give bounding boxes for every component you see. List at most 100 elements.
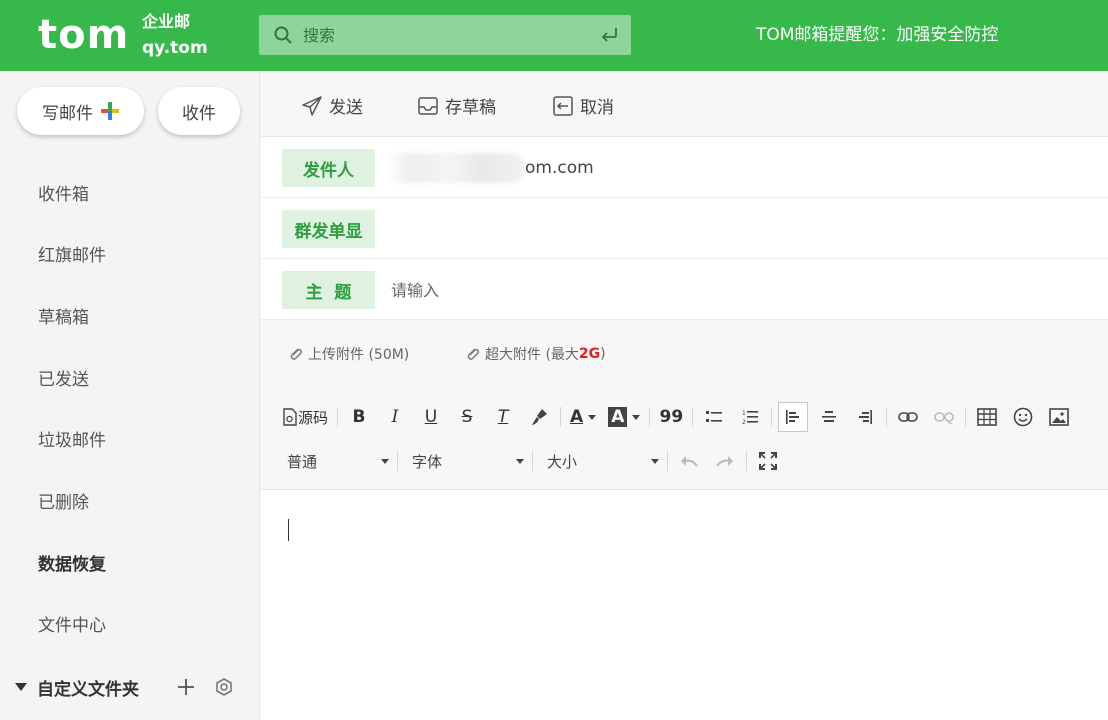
inbox-tray-icon <box>418 96 438 115</box>
attachment-row: 上传附件 (50M) 超大附件 (最大 2G ) <box>261 320 1108 386</box>
custom-folder-label: 自定义文件夹 <box>37 679 139 700</box>
unordered-list-button[interactable] <box>699 402 729 432</box>
sidebar-item-deleted[interactable]: 已删除 <box>38 491 89 515</box>
sidebar-item-sent[interactable]: 已发送 <box>38 368 89 392</box>
font-family-select[interactable]: 字体 <box>404 446 532 476</box>
plus-icon[interactable] <box>175 676 197 698</box>
paragraph-format-select[interactable]: 普通 <box>279 446 397 476</box>
tom-logo[interactable]: tom <box>38 12 129 58</box>
toolbar-divider <box>965 407 967 427</box>
toolbar-divider <box>667 451 668 471</box>
save-draft-button[interactable]: 存草稿 <box>417 93 496 118</box>
compose-button[interactable]: 写邮件 <box>17 87 144 135</box>
colorful-plus-icon <box>101 102 119 120</box>
insert-table-button[interactable] <box>972 402 1002 432</box>
sidebar-item-drafts[interactable]: 草稿箱 <box>38 306 89 330</box>
upload-attachment-button[interactable]: 上传附件 (50M) <box>288 344 409 364</box>
insert-image-button[interactable] <box>1044 402 1074 432</box>
group-send-label[interactable]: 群发单显 <box>282 210 375 248</box>
receive-label: 收件 <box>182 103 216 124</box>
large-attachment-prefix: 超大附件 (最大 <box>485 347 579 363</box>
insert-link-button[interactable] <box>893 402 923 432</box>
toolbar-divider <box>886 407 888 427</box>
toolbar-divider <box>532 451 533 471</box>
sidebar: 写邮件 收件 收件箱 红旗邮件 草稿箱 已发送 垃圾邮件 已删除 数据恢复 文件… <box>0 71 260 720</box>
hexagon-settings-icon[interactable] <box>214 677 234 697</box>
unlink-button[interactable] <box>929 402 959 432</box>
svg-text:2: 2 <box>742 419 746 426</box>
ordered-list-button[interactable]: 1 2 <box>735 402 765 432</box>
search-box[interactable] <box>259 15 631 55</box>
size-select-value: 大小 <box>547 452 578 471</box>
group-send-row: 群发单显 <box>261 198 1108 259</box>
sidebar-item-flagged[interactable]: 红旗邮件 <box>38 244 106 268</box>
underline-button[interactable]: U <box>416 402 446 432</box>
large-attachment-button[interactable]: 超大附件 (最大 2G ) <box>465 344 606 364</box>
send-label: 发送 <box>329 98 363 118</box>
toolbar-divider <box>746 451 747 471</box>
toolbar-divider <box>692 407 694 427</box>
custom-folder-header[interactable]: 自定义文件夹 <box>15 674 255 700</box>
emoji-button[interactable] <box>1008 402 1038 432</box>
header-bar: tom 企业邮 qy.tom TOM邮箱提醒您：加强安全防控 <box>0 0 1108 71</box>
search-icon[interactable] <box>273 25 293 45</box>
quote-button[interactable]: 99 <box>656 402 686 432</box>
toolbar-divider <box>337 407 339 427</box>
sidebar-item-data-recovery[interactable]: 数据恢复 <box>38 553 106 577</box>
brush-icon <box>532 409 548 425</box>
source-label: 源码 <box>298 408 329 427</box>
format-painter-button[interactable] <box>524 402 554 432</box>
font-color-button[interactable]: A <box>567 402 599 432</box>
sidebar-item-spam[interactable]: 垃圾邮件 <box>38 429 106 453</box>
subject-input[interactable] <box>391 271 1071 309</box>
subject-label: 主 题 <box>282 271 375 309</box>
caret-down-icon <box>651 458 659 464</box>
sidebar-item-inbox[interactable]: 收件箱 <box>38 183 89 207</box>
background-color-button[interactable]: A <box>605 402 643 432</box>
cancel-label: 取消 <box>580 98 614 118</box>
undo-button[interactable] <box>674 446 704 476</box>
toolbar-divider <box>649 407 651 427</box>
source-code-button[interactable]: 源码 <box>279 402 331 432</box>
align-center-button[interactable] <box>814 402 844 432</box>
sender-address[interactable]: om.com <box>525 155 594 181</box>
strikethrough-button[interactable]: S <box>452 402 482 432</box>
svg-text:1: 1 <box>742 410 746 417</box>
receive-button[interactable]: 收件 <box>158 87 240 135</box>
align-right-button[interactable] <box>850 402 880 432</box>
redo-icon <box>716 456 733 467</box>
sender-row: 发件人 om.com <box>261 137 1108 198</box>
message-body-editor[interactable] <box>261 491 1108 720</box>
caret-down-icon <box>516 458 524 464</box>
send-button[interactable]: 发送 <box>301 93 363 118</box>
search-input[interactable] <box>303 15 583 55</box>
enter-icon[interactable] <box>599 26 619 44</box>
font-size-select[interactable]: 大小 <box>539 446 667 476</box>
font-color-label: A <box>570 407 584 427</box>
align-right-icon <box>859 410 873 424</box>
bullet-list-icon <box>706 411 723 422</box>
link-icon <box>898 412 919 422</box>
fullscreen-button[interactable] <box>753 446 783 476</box>
caret-down-icon <box>588 414 597 420</box>
sender-label: 发件人 <box>282 149 375 187</box>
compose-panel: 发送 存草稿 取消 发件人 om.com 群发单显 主 题 请输入 上传附件 (… <box>261 71 1108 720</box>
cancel-button[interactable]: 取消 <box>552 93 614 118</box>
bold-button[interactable]: B <box>344 402 374 432</box>
align-left-icon <box>786 410 800 424</box>
triangle-down-icon[interactable] <box>15 683 27 691</box>
toolbar-row-1: 源码 B I U S T A A 99 1 2 <box>279 400 1108 434</box>
image-icon <box>1049 408 1070 426</box>
text-cursor <box>288 519 289 541</box>
sidebar-item-file-center[interactable]: 文件中心 <box>38 614 106 638</box>
italic-button[interactable]: I <box>380 402 410 432</box>
unlink-icon <box>934 412 955 424</box>
align-left-button[interactable] <box>778 402 809 432</box>
large-attachment-size: 2G <box>578 346 601 362</box>
exit-icon <box>553 95 573 116</box>
redo-button[interactable] <box>710 446 740 476</box>
clear-format-button[interactable]: T <box>488 402 518 432</box>
smiley-icon <box>1014 407 1033 427</box>
caret-down-icon <box>381 458 389 464</box>
fullscreen-icon <box>759 452 777 470</box>
